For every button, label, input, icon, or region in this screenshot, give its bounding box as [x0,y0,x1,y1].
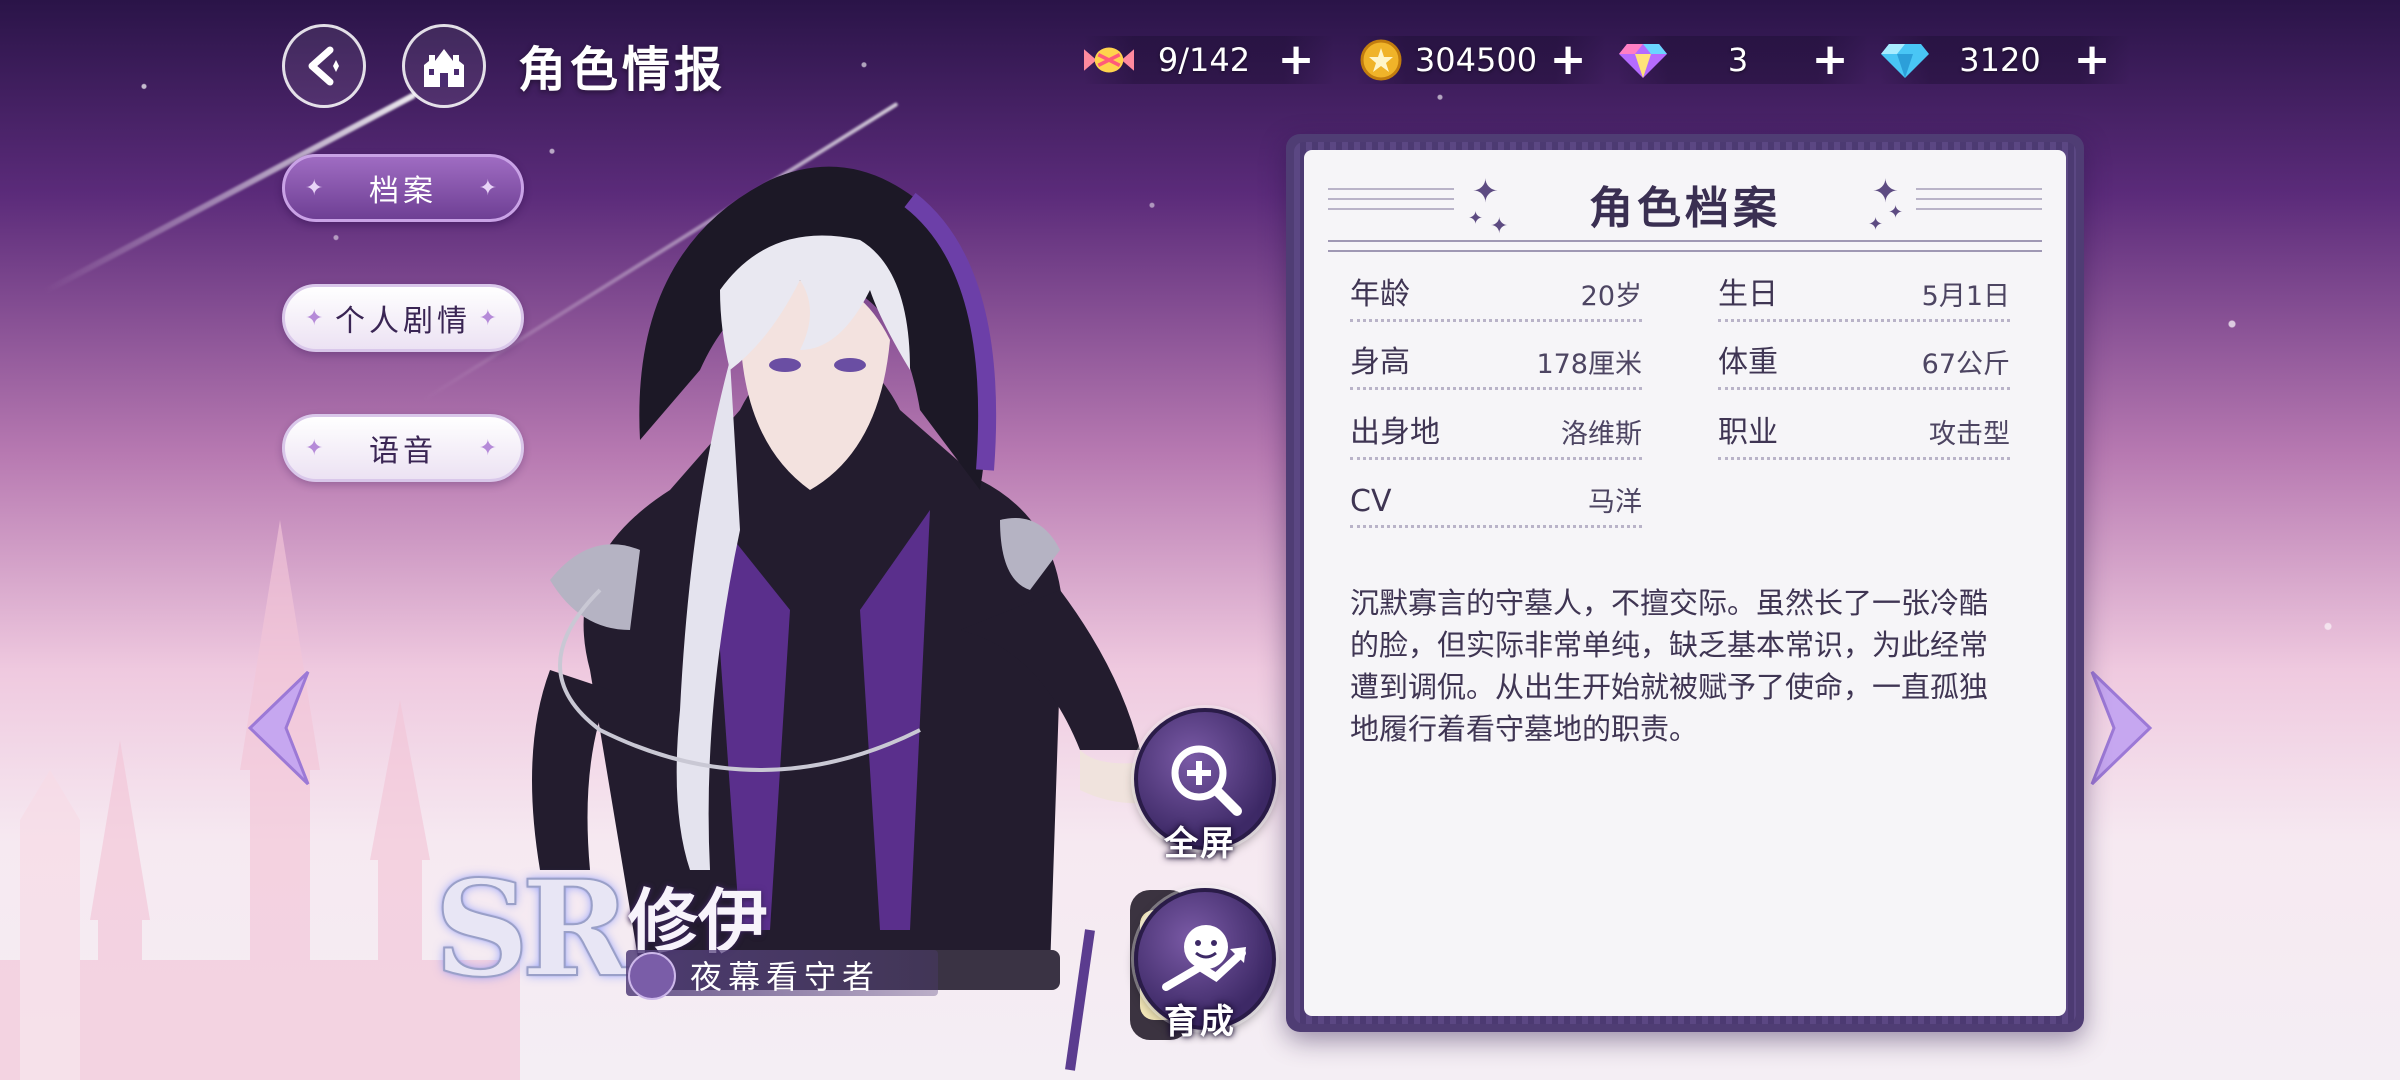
add-gold-button[interactable]: + [1546,38,1590,82]
stat-value: 67公斤 [1921,349,2010,380]
add-diamond-button[interactable]: + [2070,38,2114,82]
page-title: 角色情报 [518,42,727,98]
stat-label: CV [1350,484,1392,519]
growth-smile-icon [1162,925,1246,991]
stat-value: 攻击型 [1929,419,2010,450]
stat-birthday: 生日 5月1日 [1718,274,2010,322]
gold-count: 304500 [1414,41,1538,79]
stat-label: 身高 [1350,345,1410,380]
bio-line: 遭到调侃。从出生开始就被赋予了使命，一直孤独 [1350,670,1989,704]
upgrade-label: 育成 [1164,1002,1236,1042]
currency-rainbow-gem: 3 + [1618,36,1868,84]
character-title: 夜幕看守者 [690,958,881,996]
stat-value: 5月1日 [1921,281,2010,312]
stat-label: 年龄 [1350,277,1410,312]
stat-class: 职业 攻击型 [1718,412,2010,460]
stat-label: 职业 [1718,415,1778,450]
stat-label: 生日 [1718,277,1778,312]
stat-label: 出身地 [1350,415,1440,450]
bio-line: 沉默寡言的守墓人，不擅交际。虽然长了一张冷酷 [1350,586,1989,620]
zoom-in-icon [1171,745,1242,816]
stat-value: 洛维斯 [1561,419,1642,450]
stat-value: 20岁 [1580,281,1642,312]
diamond-count: 3120 [1959,41,2041,79]
profile-panel: ✦ ✦ ✦ ✦ ✦ ✦ 角色档案 年龄 20岁 生日 5月1日 身高 178厘米… [1304,150,2066,1016]
title-emblem-icon [628,952,676,1000]
profile-panel-title: 角色档案 [1589,183,1781,234]
sparkle-icon: ✦ [305,435,328,461]
gold-coin-icon [1356,35,1406,85]
currency-candy: 9/142 + [1084,36,1334,84]
bio-line: 的脸，但实际非常单纯，缺乏基本常识，为此经常 [1350,628,1989,662]
header-divider [1328,240,2042,252]
home-button[interactable] [402,24,486,108]
profile-panel-header: ✦ ✦ ✦ ✦ ✦ ✦ 角色档案 [1304,150,2066,254]
add-candy-button[interactable]: + [1274,38,1318,82]
fullscreen-label: 全屏 [1164,824,1236,864]
top-bar: 角色情报 9/142 + 304500 + 3 + 3120 + [0,0,2400,120]
next-character-arrow-icon[interactable] [2090,668,2154,788]
character-bio: 沉默寡言的守墓人，不擅交际。虽然长了一张冷酷 的脸，但实际非常单纯，缺乏基本常识… [1350,582,2022,750]
stat-height: 身高 178厘米 [1350,342,1642,390]
sparkle-icon: ✦ [305,175,328,201]
tab-profile-label: 档案 [369,174,437,209]
rainbow-gem-count: 3 [1727,41,1749,79]
bio-line: 地履行着看守墓地的职责。 [1350,712,1699,746]
stat-value: 178厘米 [1536,349,1642,380]
stat-weight: 体重 67公斤 [1718,342,2010,390]
stat-label: 体重 [1718,345,1778,380]
sparkle-icon: ✦ [305,305,328,331]
stat-birthplace: 出身地 洛维斯 [1350,412,1642,460]
blue-diamond-icon [1880,35,1930,85]
back-button[interactable] [282,24,366,108]
rainbow-gem-icon [1618,35,1668,85]
tab-voice-label: 语音 [369,434,437,469]
add-rainbow-gem-button[interactable]: + [1808,38,1852,82]
candy-icon [1084,35,1134,85]
candy-count: 9/142 [1157,41,1251,79]
stat-age: 年龄 20岁 [1350,274,1642,322]
rarity-badge: SR [433,851,632,1008]
castle-home-icon [424,49,464,87]
currency-diamond: 3120 + [1880,36,2130,84]
currency-gold: 304500 + [1356,36,1606,84]
back-arrow-icon [308,46,339,86]
stat-cv: CV 马洋 [1350,480,1642,528]
previous-character-arrow-icon[interactable] [246,668,310,788]
stat-value: 马洋 [1588,487,1642,518]
